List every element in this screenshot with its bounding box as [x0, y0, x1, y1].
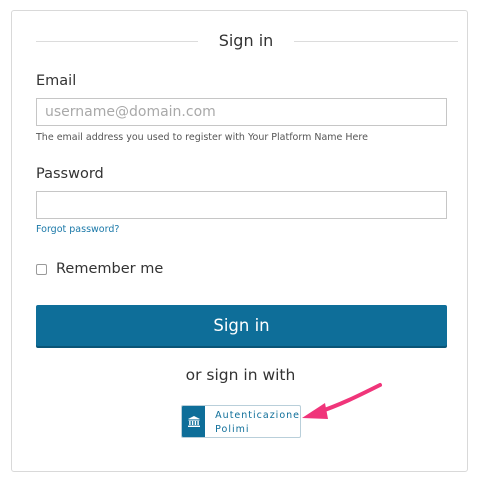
email-help-text: The email address you used to register w…: [36, 132, 368, 143]
sso-label-line2: Polimi: [215, 424, 250, 435]
remember-me[interactable]: Remember me: [36, 260, 163, 278]
sso-polimi-button[interactable]: Autenticazione Polimi: [181, 405, 301, 438]
signin-title: Sign in: [218, 31, 274, 50]
email-label: Email: [36, 73, 77, 89]
password-label: Password: [36, 166, 104, 182]
password-field[interactable]: [36, 191, 447, 219]
signin-card: Sign in Email The email address you used…: [11, 10, 468, 472]
title-divider-left: [36, 41, 198, 42]
annotation-arrow-icon: [302, 383, 382, 419]
remember-me-checkbox[interactable]: [36, 263, 47, 275]
alt-signin-text: or sign in with: [185, 366, 296, 384]
signin-button[interactable]: Sign in: [36, 305, 447, 346]
sso-label-line1: Autenticazione: [215, 410, 300, 421]
sso-label: Autenticazione Polimi: [205, 406, 300, 437]
title-divider-right: [294, 41, 458, 42]
email-field[interactable]: [36, 98, 447, 126]
remember-me-label: Remember me: [56, 261, 164, 277]
forgot-password-link[interactable]: Forgot password?: [36, 224, 119, 235]
institution-icon: [182, 406, 206, 437]
signin-heading: Sign in: [36, 32, 458, 50]
